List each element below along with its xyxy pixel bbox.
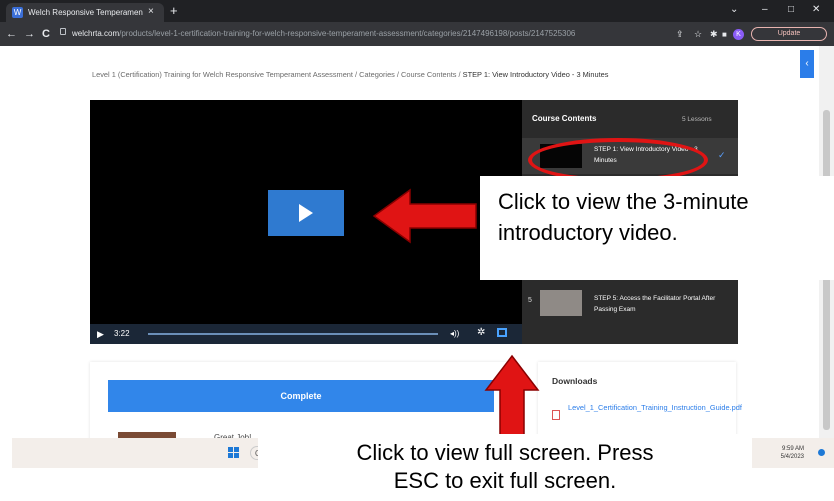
sidepanel-icon[interactable]: ■ (722, 28, 727, 42)
browser-tab[interactable]: W Welch Responsive Temperament × (6, 3, 164, 22)
video-controls-bar: ▶ 3:22 ◂)) ✲ (90, 324, 522, 344)
complete-button[interactable]: Complete (108, 380, 494, 412)
reload-button[interactable]: C (42, 27, 50, 41)
forward-button[interactable]: → (24, 27, 35, 41)
callout-video-text: Click to view the 3-minute introductory … (498, 189, 749, 245)
complete-card: Complete Great Job! (90, 362, 510, 442)
arrow-up-icon (484, 354, 540, 443)
course-contents-title: Course Contents (532, 114, 597, 123)
browser-toolbar: ← → C welchrta.com/products/level-1-cert… (0, 22, 834, 46)
back-button[interactable]: ← (6, 27, 17, 41)
downloads-title: Downloads (552, 376, 598, 386)
lesson-number: 5 (528, 297, 532, 304)
extensions-icon[interactable]: ✱ (710, 27, 718, 41)
callout-fullscreen-line-1: Click to view full screen. Press (356, 440, 654, 465)
maximize-button[interactable]: □ (788, 3, 794, 17)
close-window-button[interactable]: ✕ (812, 3, 820, 17)
lesson-thumbnail[interactable] (540, 290, 582, 316)
video-play-button[interactable] (268, 190, 344, 236)
lesson-item-step-5[interactable]: STEP 5: Access the Facilitator Portal Af… (594, 293, 734, 315)
arrow-left-icon (372, 188, 477, 244)
breadcrumb: Level 1 (Certification) Training for Wel… (92, 70, 792, 79)
update-button[interactable]: Update (751, 27, 827, 41)
lesson-count: 5 Lessons (682, 116, 712, 123)
callout-fullscreen-line-2: ESC to exit full screen. (393, 468, 617, 493)
volume-icon[interactable]: ◂)) (450, 328, 459, 340)
downloads-card: Downloads Level_1_Certification_Training… (538, 362, 742, 442)
new-tab-button[interactable]: + (170, 4, 178, 17)
address-bar[interactable]: welchrta.com/products/level-1-certificat… (60, 26, 660, 42)
clock-date: 5/4/2023 (780, 454, 804, 460)
url-domain: welchrta.com (72, 29, 120, 38)
side-collapse-tab[interactable]: ‹ (800, 50, 814, 78)
callout-video: Click to view the 3-minute introductory … (480, 176, 834, 280)
minimize-button[interactable]: – (762, 3, 768, 17)
tab-title: Welch Responsive Temperament (28, 8, 143, 17)
breadcrumb-current: STEP 1: View Introductory Video - 3 Minu… (462, 70, 609, 79)
notification-icon[interactable] (818, 449, 825, 456)
site-favicon-icon: W (12, 7, 23, 18)
browser-tab-bar: W Welch Responsive Temperament × + ⌄ – □… (0, 0, 834, 22)
system-clock[interactable]: 9:59 AM 5/4/2023 (770, 445, 804, 461)
url-path: /products/level-1-certification-training… (119, 29, 576, 38)
tab-search-icon[interactable]: ⌄ (730, 3, 738, 17)
tab-close-icon[interactable]: × (148, 6, 154, 18)
share-icon[interactable]: ⇪ (676, 27, 684, 41)
url-text: welchrta.com/products/level-1-certificat… (72, 27, 575, 40)
check-icon: ✓ (718, 150, 726, 160)
clock-time: 9:59 AM (781, 446, 804, 452)
fullscreen-icon[interactable] (497, 328, 507, 337)
lock-icon[interactable] (60, 28, 66, 35)
control-play-icon[interactable]: ▶ (97, 328, 104, 340)
download-file-link[interactable]: Level_1_Certification_Training_Instructi… (568, 402, 742, 413)
pdf-file-icon (552, 410, 560, 420)
video-progress-track[interactable] (148, 333, 438, 335)
breadcrumb-path[interactable]: Level 1 (Certification) Training for Wel… (92, 70, 463, 79)
play-icon (299, 204, 313, 222)
star-icon[interactable]: ☆ (694, 27, 702, 41)
windows-start-icon[interactable] (228, 447, 240, 459)
profile-avatar[interactable]: K (733, 29, 744, 40)
video-time: 3:22 (114, 329, 130, 338)
gear-icon[interactable]: ✲ (477, 327, 485, 339)
